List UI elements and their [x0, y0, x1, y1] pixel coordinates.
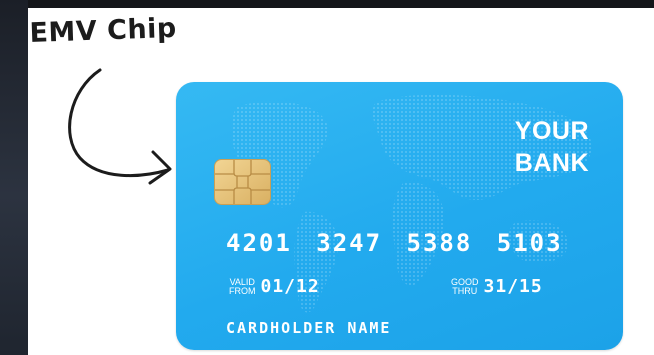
- chip-icon: [214, 159, 271, 205]
- thru-caption: THRU: [452, 285, 478, 296]
- dark-side-panel: [0, 0, 28, 355]
- card-number: 4201 3247 5388 5103: [226, 229, 563, 257]
- cardholder-name: CARDHOLDER NAME: [226, 319, 392, 337]
- bank-name-line-2: BANK: [514, 149, 589, 177]
- credit-card: YOUR BANK 4201 3247 5388 5103 VALID FROM: [176, 82, 623, 350]
- dark-top-strip: [0, 0, 654, 8]
- bank-name-line-1: YOUR: [514, 117, 589, 145]
- good-thru-block: GOOD THRU 31/15: [451, 276, 543, 297]
- annotation-label: EMV Chip: [29, 12, 178, 49]
- valid-from-caption: VALID FROM: [229, 277, 256, 296]
- valid-from-block: VALID FROM 01/12: [229, 276, 320, 297]
- good-thru-caption: GOOD THRU: [451, 277, 479, 296]
- from-caption: FROM: [229, 285, 256, 296]
- valid-from-date: 01/12: [260, 276, 320, 297]
- bank-name: YOUR BANK: [449, 115, 589, 179]
- good-thru-date: 31/15: [483, 276, 543, 297]
